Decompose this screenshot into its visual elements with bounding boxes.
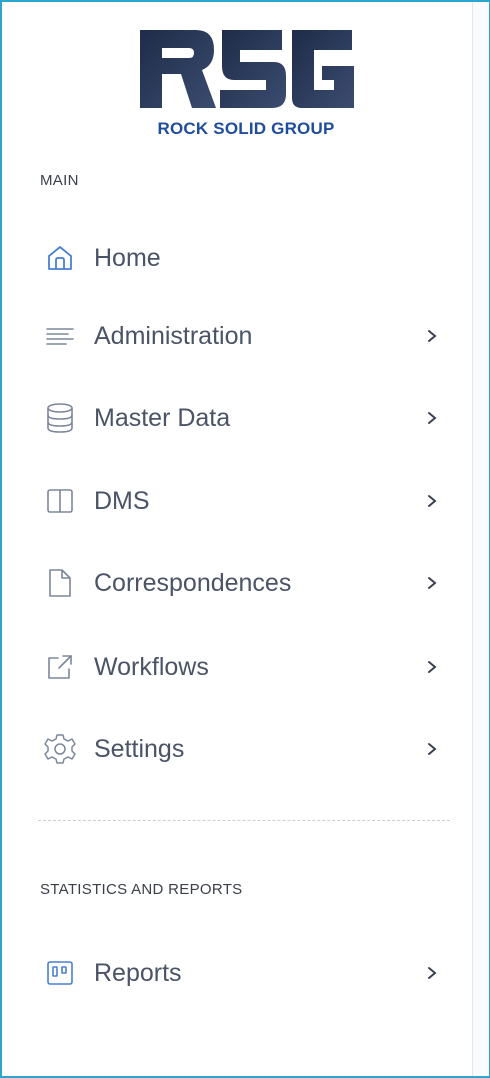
- content-area-edge: [472, 2, 489, 1076]
- section-label-main: MAIN: [40, 172, 79, 189]
- chevron-right-icon: [422, 326, 442, 346]
- nav-item-master-data[interactable]: Master Data: [32, 390, 452, 446]
- nav-item-settings[interactable]: Settings: [32, 721, 452, 777]
- board-icon: [40, 953, 80, 993]
- brand-logo[interactable]: ROCK SOLID GROUP: [134, 20, 358, 144]
- nav-label-home: Home: [94, 243, 161, 272]
- nav-label-administration: Administration: [94, 321, 253, 350]
- rsg-logo-icon: [140, 30, 354, 108]
- brand-tagline: ROCK SOLID GROUP: [157, 119, 335, 138]
- nav-label-workflows: Workflows: [94, 652, 209, 681]
- sidebar: ROCK SOLID GROUP MAIN Home Administratio…: [2, 2, 472, 1076]
- nav-item-home[interactable]: Home: [32, 230, 452, 286]
- nav-item-correspondences[interactable]: Correspondences: [32, 555, 452, 611]
- chevron-right-icon: [422, 573, 442, 593]
- section-divider: [38, 820, 450, 821]
- database-icon: [40, 398, 80, 438]
- section-label-statistics: STATISTICS AND REPORTS: [40, 881, 243, 898]
- chevron-right-icon: [422, 657, 442, 677]
- nav-label-master-data: Master Data: [94, 403, 231, 432]
- nav-label-settings: Settings: [94, 734, 185, 763]
- nav-label-dms: DMS: [94, 486, 150, 515]
- nav-item-administration[interactable]: Administration: [32, 308, 452, 364]
- home-icon: [40, 238, 80, 278]
- nav-label-correspondences: Correspondences: [94, 568, 292, 597]
- nav-item-reports[interactable]: Reports: [32, 945, 452, 1001]
- lines-icon: [40, 316, 80, 356]
- chevron-right-icon: [422, 739, 442, 759]
- chevron-right-icon: [422, 491, 442, 511]
- app-frame: ROCK SOLID GROUP MAIN Home Administratio…: [0, 0, 490, 1078]
- columns-icon: [40, 481, 80, 521]
- nav-item-dms[interactable]: DMS: [32, 473, 452, 529]
- chevron-right-icon: [422, 408, 442, 428]
- nav-label-reports: Reports: [94, 958, 182, 987]
- nav-item-workflows[interactable]: Workflows: [32, 639, 452, 695]
- gear-icon: [40, 729, 80, 769]
- chevron-right-icon: [422, 963, 442, 983]
- document-icon: [40, 563, 80, 603]
- external-link-icon: [40, 647, 80, 687]
